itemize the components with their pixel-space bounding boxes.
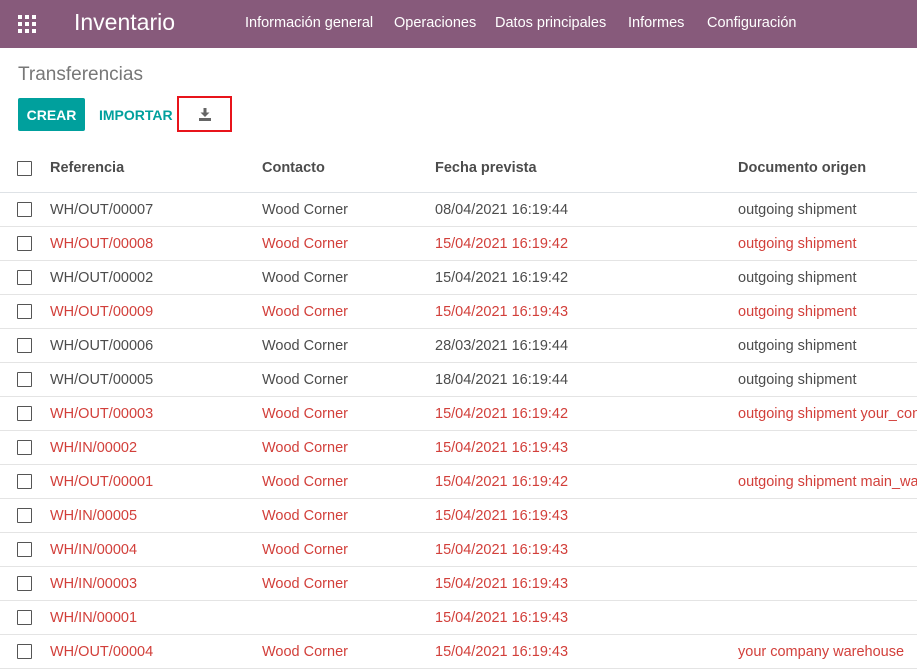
row-checkbox[interactable] bbox=[17, 406, 32, 421]
cell-fecha-prevista: 15/04/2021 16:19:43 bbox=[435, 303, 569, 320]
apps-grid-icon[interactable] bbox=[18, 15, 36, 33]
cell-referencia: WH/OUT/00009 bbox=[50, 303, 154, 320]
row-checkbox[interactable] bbox=[17, 610, 32, 625]
cell-referencia: WH/OUT/00004 bbox=[50, 643, 154, 660]
column-header-fecha-prevista[interactable]: Fecha prevista bbox=[435, 144, 537, 192]
cell-referencia: WH/OUT/00002 bbox=[50, 269, 154, 286]
cell-contacto: Wood Corner bbox=[262, 643, 348, 660]
table-row[interactable]: WH/OUT/00003 Wood Corner 15/04/2021 16:19:… bbox=[0, 397, 917, 431]
cell-fecha-prevista: 15/04/2021 16:19:43 bbox=[435, 541, 569, 558]
cell-contacto: Wood Corner bbox=[262, 303, 348, 320]
cell-fecha-prevista: 15/04/2021 16:19:42 bbox=[435, 235, 569, 252]
cell-documento-origen: outgoing shipment bbox=[738, 371, 857, 388]
cell-referencia: WH/OUT/00005 bbox=[50, 371, 154, 388]
export-button[interactable] bbox=[177, 96, 232, 132]
top-navbar: Inventario Información general Operacion… bbox=[0, 0, 917, 48]
table-row[interactable]: WH/OUT/00007 Wood Corner 08/04/2021 16:19:… bbox=[0, 193, 917, 227]
row-checkbox[interactable] bbox=[17, 440, 32, 455]
select-all-checkbox[interactable] bbox=[17, 160, 32, 176]
cell-fecha-prevista: 08/04/2021 16:19:44 bbox=[435, 201, 569, 218]
table-row[interactable]: WH/IN/00005 Wood Corner 15/04/2021 16:19:4… bbox=[0, 499, 917, 533]
cell-contacto: Wood Corner bbox=[262, 235, 348, 252]
row-checkbox[interactable] bbox=[17, 304, 32, 319]
table-row[interactable]: WH/OUT/00005 Wood Corner 18/04/2021 16:19:… bbox=[0, 363, 917, 397]
cell-documento-origen: outgoing shipment bbox=[738, 303, 857, 320]
cell-fecha-prevista: 15/04/2021 16:19:42 bbox=[435, 473, 569, 490]
cell-documento-origen: outgoing shipment bbox=[738, 201, 857, 218]
column-header-referencia[interactable]: Referencia bbox=[50, 144, 124, 192]
table-header: Referencia Contacto Fecha prevista Docum… bbox=[0, 144, 917, 193]
cell-contacto: Wood Corner bbox=[262, 439, 348, 456]
table-row[interactable]: WH/OUT/00006 Wood Corner 28/03/2021 16:19:… bbox=[0, 329, 917, 363]
cell-fecha-prevista: 18/04/2021 16:19:44 bbox=[435, 371, 569, 388]
column-header-documento-origen[interactable]: Documento origen bbox=[738, 144, 866, 192]
table-row[interactable]: WH/IN/00004 Wood Corner 15/04/2021 16:19:4… bbox=[0, 533, 917, 567]
table-row[interactable]: WH/OUT/00009 Wood Corner 15/04/2021 16:19:… bbox=[0, 295, 917, 329]
row-checkbox[interactable] bbox=[17, 202, 32, 217]
cell-documento-origen: outgoing shipment bbox=[738, 337, 857, 354]
cell-contacto: Wood Corner bbox=[262, 473, 348, 490]
column-header-contacto[interactable]: Contacto bbox=[262, 144, 325, 192]
cell-fecha-prevista: 15/04/2021 16:19:43 bbox=[435, 575, 569, 592]
menu-operaciones[interactable]: Operaciones bbox=[394, 15, 476, 31]
cell-fecha-prevista: 15/04/2021 16:19:42 bbox=[435, 405, 569, 422]
cell-contacto: Wood Corner bbox=[262, 337, 348, 354]
row-checkbox[interactable] bbox=[17, 542, 32, 557]
row-checkbox[interactable] bbox=[17, 372, 32, 387]
cell-documento-origen: outgoing shipment bbox=[738, 269, 857, 286]
cell-fecha-prevista: 15/04/2021 16:19:43 bbox=[435, 609, 569, 626]
table-row[interactable]: WH/OUT/00002 Wood Corner 15/04/2021 16:19:… bbox=[0, 261, 917, 295]
table-row[interactable]: WH/IN/00001 15/04/2021 16:19:43 bbox=[0, 601, 917, 635]
row-checkbox[interactable] bbox=[17, 338, 32, 353]
row-checkbox[interactable] bbox=[17, 474, 32, 489]
cell-referencia: WH/IN/00005 bbox=[50, 507, 138, 524]
cell-referencia: WH/OUT/00006 bbox=[50, 337, 154, 354]
cell-contacto: Wood Corner bbox=[262, 405, 348, 422]
cell-referencia: WH/OUT/00007 bbox=[50, 201, 154, 218]
cell-fecha-prevista: 15/04/2021 16:19:43 bbox=[435, 507, 569, 524]
menu-datos-principales[interactable]: Datos principales bbox=[495, 15, 606, 31]
cell-referencia: WH/IN/00004 bbox=[50, 541, 138, 558]
app-title[interactable]: Inventario bbox=[74, 9, 175, 36]
download-icon bbox=[198, 107, 211, 121]
cell-referencia: WH/OUT/00001 bbox=[50, 473, 154, 490]
cell-referencia: WH/IN/00002 bbox=[50, 439, 138, 456]
cell-documento-origen: outgoing shipment bbox=[738, 235, 857, 252]
cell-fecha-prevista: 15/04/2021 16:19:43 bbox=[435, 439, 569, 456]
row-checkbox[interactable] bbox=[17, 270, 32, 285]
cell-fecha-prevista: 28/03/2021 16:19:44 bbox=[435, 337, 569, 354]
row-checkbox[interactable] bbox=[17, 236, 32, 251]
menu-informacion-general[interactable]: Información general bbox=[245, 15, 373, 31]
cell-contacto: Wood Corner bbox=[262, 269, 348, 286]
row-checkbox[interactable] bbox=[17, 508, 32, 523]
table-row[interactable]: WH/IN/00003 Wood Corner 15/04/2021 16:19:4… bbox=[0, 567, 917, 601]
cell-referencia: WH/IN/00003 bbox=[50, 575, 138, 592]
cell-contacto: Wood Corner bbox=[262, 507, 348, 524]
cell-contacto: Wood Corner bbox=[262, 541, 348, 558]
table-row[interactable]: WH/IN/00002 Wood Corner 15/04/2021 16:19:4… bbox=[0, 431, 917, 465]
cell-referencia: WH/OUT/00003 bbox=[50, 405, 154, 422]
menu-informes[interactable]: Informes bbox=[628, 15, 684, 31]
table-row[interactable]: WH/OUT/00008 Wood Corner 15/04/2021 16:19:… bbox=[0, 227, 917, 261]
cell-referencia: WH/IN/00001 bbox=[50, 609, 138, 626]
cell-fecha-prevista: 15/04/2021 16:19:42 bbox=[435, 269, 569, 286]
cell-documento-origen: outgoing shipment main_wa bbox=[738, 473, 917, 490]
table-row[interactable]: WH/OUT/00001 Wood Corner 15/04/2021 16:19:… bbox=[0, 465, 917, 499]
import-button[interactable]: IMPORTAR bbox=[92, 98, 180, 131]
row-checkbox[interactable] bbox=[17, 644, 32, 659]
cell-contacto: Wood Corner bbox=[262, 371, 348, 388]
cell-fecha-prevista: 15/04/2021 16:19:43 bbox=[435, 643, 569, 660]
create-button[interactable]: CREAR bbox=[18, 98, 85, 131]
table-row[interactable]: WH/OUT/00004 Wood Corner 15/04/2021 16:19:… bbox=[0, 635, 917, 669]
menu-configuracion[interactable]: Configuración bbox=[707, 15, 796, 31]
cell-contacto: Wood Corner bbox=[262, 575, 348, 592]
row-checkbox[interactable] bbox=[17, 576, 32, 591]
transfers-table: Referencia Contacto Fecha prevista Docum… bbox=[0, 144, 917, 671]
cell-contacto: Wood Corner bbox=[262, 201, 348, 218]
cell-referencia: WH/OUT/00008 bbox=[50, 235, 154, 252]
cell-documento-origen: your company warehouse bbox=[738, 643, 905, 660]
cell-documento-origen: outgoing shipment your_con bbox=[738, 405, 917, 422]
breadcrumb: Transferencias bbox=[18, 64, 143, 85]
